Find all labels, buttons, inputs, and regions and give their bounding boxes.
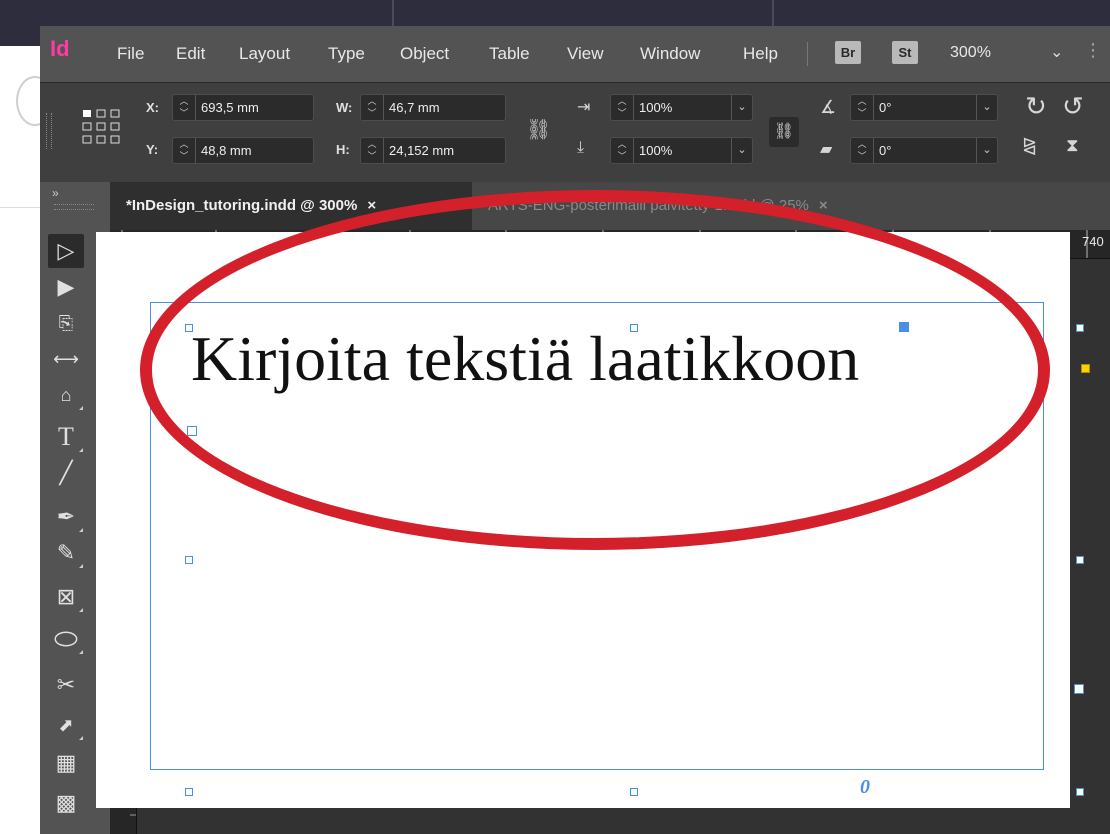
frame-handle[interactable] [1076, 788, 1084, 796]
rotate-clockwise-icon[interactable]: ↻ [1025, 91, 1047, 122]
panel-grip [54, 204, 94, 210]
menu-object[interactable]: Object [400, 44, 449, 64]
overset-marker: 0 [860, 776, 870, 798]
chevron-down-icon[interactable]: ⌄ [976, 138, 997, 163]
scale-y-field[interactable]: ︿ ﹀ 100% ⌄ [610, 137, 753, 164]
constrain-proportions-icon[interactable]: ⛓ [526, 117, 551, 142]
shear-field[interactable]: ︿ ﹀ 0° ⌄ [850, 137, 998, 164]
stepper-icon[interactable]: ︿ ﹀ [851, 138, 874, 163]
w-label: W: [336, 100, 353, 115]
ellipse-tool-icon[interactable]: ⬭ [48, 622, 84, 656]
scale-x-field[interactable]: ︿ ﹀ 100% ⌄ [610, 94, 753, 121]
scale-y-icon: ⤓ [577, 139, 585, 156]
scale-x-icon: ⇥ [577, 99, 591, 116]
y-field[interactable]: ︿ ﹀ 48,8 mm [172, 137, 314, 164]
frame-handle[interactable] [185, 556, 193, 564]
annotation-ellipse [140, 190, 1050, 550]
menu-help[interactable]: Help [743, 44, 778, 64]
x-field[interactable]: ︿ ﹀ 693,5 mm [172, 94, 314, 121]
menu-edit[interactable]: Edit [176, 44, 205, 64]
stepper-icon[interactable]: ︿ ﹀ [361, 138, 384, 163]
frame-handle[interactable] [1076, 556, 1084, 564]
menu-table[interactable]: Table [489, 44, 530, 64]
background-divider [0, 207, 40, 208]
stepper-icon[interactable]: ︿ ﹀ [611, 95, 634, 120]
rotate-counterclockwise-icon[interactable]: ↺ [1062, 91, 1084, 122]
menu-window[interactable]: Window [640, 44, 700, 64]
app-logo: Id [50, 36, 70, 61]
gap-tool-icon[interactable]: ⟷ [48, 342, 84, 376]
menu-file[interactable]: File [117, 44, 144, 64]
gradient-feather-tool-icon[interactable]: ▩ [48, 786, 84, 820]
ruler-label: 740 [1082, 234, 1104, 249]
direct-selection-tool-icon[interactable]: ▶ [48, 270, 84, 304]
y-label: Y: [146, 142, 159, 157]
pencil-tool-icon[interactable]: ✎ [48, 536, 84, 570]
stepper-icon[interactable]: ︿ ﹀ [361, 95, 384, 120]
tab-label: *InDesign_tutoring.indd @ 300% [126, 197, 358, 214]
stepper-icon[interactable]: ︿ ﹀ [173, 95, 196, 120]
menu-view[interactable]: View [567, 44, 604, 64]
shear-angle-icon: ▰ [820, 141, 833, 158]
free-transform-tool-icon[interactable]: ⬈ [48, 708, 84, 742]
menu-bar: Id File Edit Layout Type Object Table Vi… [40, 26, 1110, 82]
chevron-down-icon[interactable]: ⌄ [1050, 42, 1063, 62]
frame-handle[interactable] [185, 788, 193, 796]
type-tool-icon[interactable]: T [48, 420, 84, 454]
h-label: H: [336, 142, 350, 157]
control-panel: X: ︿ ﹀ 693,5 mm Y: ︿ ﹀ 48,8 mm W: ︿ ﹀ 46,7 mm … [40, 82, 1110, 183]
height-field[interactable]: ︿ ﹀ 24,152 mm [360, 137, 506, 164]
bridge-button[interactable]: Br [835, 41, 861, 64]
chevron-down-icon[interactable]: ⌄ [731, 95, 752, 120]
rectangle-frame-tool-icon[interactable]: ⊠ [48, 580, 84, 614]
rotation-field[interactable]: ︿ ﹀ 0° ⌄ [850, 94, 998, 121]
selection-tool-icon[interactable]: ▷ [48, 234, 84, 268]
chevron-down-icon[interactable]: ⌄ [976, 95, 997, 120]
x-label: X: [146, 100, 159, 115]
stepper-icon[interactable]: ︿ ﹀ [851, 95, 874, 120]
link-scale-icon[interactable]: ⛓ [769, 117, 799, 147]
stock-button[interactable]: St [892, 41, 918, 64]
panel-grip [46, 113, 52, 149]
scissors-tool-icon[interactable]: ✂ [48, 668, 84, 702]
frame-handle[interactable] [630, 788, 638, 796]
out-port-icon[interactable] [1074, 684, 1084, 694]
line-tool-icon[interactable]: ╱ [48, 456, 84, 490]
stepper-icon[interactable]: ︿ ﹀ [611, 138, 634, 163]
flip-vertical-icon[interactable]: ⧗ [1066, 135, 1079, 156]
width-field[interactable]: ︿ ﹀ 46,7 mm [360, 94, 506, 121]
rotation-angle-icon: ∡ [820, 97, 837, 117]
chevron-down-icon[interactable]: ⌄ [731, 138, 752, 163]
arrange-documents-icon[interactable]: ⋮ [1084, 40, 1102, 61]
content-collector-tool-icon[interactable]: ⌂ [48, 378, 84, 412]
flip-horizontal-icon[interactable]: ⧎ [1022, 135, 1037, 156]
menu-divider [807, 42, 808, 66]
reference-point-icon[interactable] [82, 109, 124, 151]
collapse-panel-icon[interactable]: » [52, 186, 59, 200]
frame-handle[interactable] [1076, 324, 1084, 332]
gradient-swatch-tool-icon[interactable]: ▦ [48, 746, 84, 780]
page-tool-icon[interactable]: ⎘ [48, 306, 84, 340]
menu-type[interactable]: Type [328, 44, 365, 64]
menu-layout[interactable]: Layout [239, 44, 290, 64]
pen-tool-icon[interactable]: ✒ [48, 500, 84, 534]
corner-options-icon[interactable] [1081, 364, 1090, 373]
zoom-level[interactable]: 300% [950, 44, 991, 62]
close-icon[interactable]: × [819, 197, 828, 214]
stepper-icon[interactable]: ︿ ﹀ [173, 138, 196, 163]
